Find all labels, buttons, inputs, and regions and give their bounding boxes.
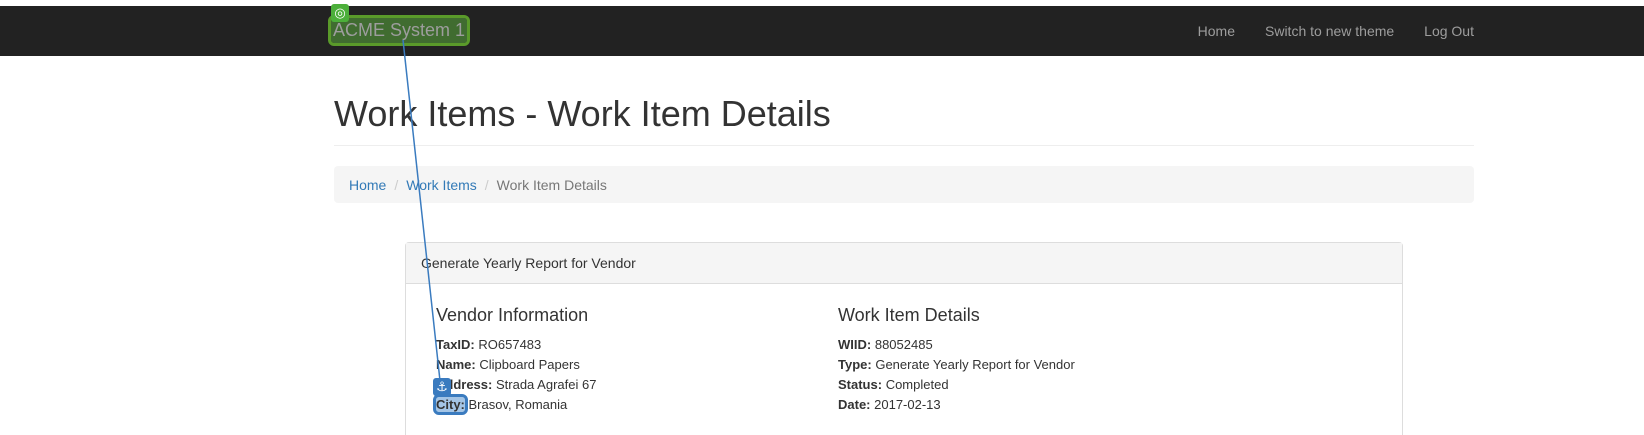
breadcrumb-separator: / [484, 176, 489, 193]
name-value: Clipboard Papers [479, 357, 580, 372]
vendor-information: Vendor Information TaxID: RO657483 Name:… [433, 305, 596, 415]
breadcrumb-home[interactable]: Home [349, 177, 386, 193]
taxid-label: TaxID: [436, 337, 475, 352]
anchor-icon: ⚓ [433, 378, 451, 396]
page-title: Work Items - Work Item Details [334, 93, 831, 134]
panel-heading: Generate Yearly Report for Vendor [406, 243, 1402, 284]
navbar: ACME System 1 Home Switch to new theme L… [0, 6, 1644, 56]
work-item-details-title: Work Item Details [838, 305, 980, 325]
vendor-name: Name: Clipboard Papers [436, 355, 596, 375]
vendor-info-title: Vendor Information [436, 305, 589, 325]
detail-type: Type: Generate Yearly Report for Vendor [838, 355, 1075, 375]
breadcrumb-separator: / [394, 176, 399, 193]
date-label: Date: [838, 397, 871, 412]
page-header: Work Items - Work Item Details [334, 94, 1474, 146]
address-value: Strada Agrafei 67 [495, 377, 597, 392]
nav-home-link[interactable]: Home [1198, 23, 1235, 39]
city-value: Brasov, Romania [468, 397, 568, 412]
status-label: Status: [838, 377, 883, 392]
vendor-city: City: Brasov, Romania [433, 394, 596, 415]
city-label: City: [433, 394, 468, 415]
nav-links: Home Switch to new theme Log Out [1168, 6, 1474, 56]
nav-logout-link[interactable]: Log Out [1424, 23, 1474, 39]
detail-wiid: WIID: 88052485 [838, 335, 1075, 355]
vendor-address: Address: Strada Agrafei 67 [436, 375, 596, 395]
nav-switch-theme-link[interactable]: Switch to new theme [1265, 23, 1394, 39]
name-label: Name: [436, 357, 476, 372]
brand-link[interactable]: ACME System 1 [327, 15, 471, 46]
work-item-panel: Generate Yearly Report for Vendor Vendor… [405, 242, 1403, 435]
target-icon: ◎ [331, 4, 349, 22]
detail-status: Status: Completed [838, 375, 1075, 395]
vendor-taxid: TaxID: RO657483 [436, 335, 596, 355]
type-value: Generate Yearly Report for Vendor [875, 357, 1075, 372]
work-item-details: Work Item Details WIID: 88052485 Type: G… [838, 305, 1075, 415]
type-label: Type: [838, 357, 872, 372]
date-value: 2017-02-13 [874, 397, 941, 412]
status-value: Completed [885, 377, 949, 392]
breadcrumb-current: Work Item Details [496, 176, 607, 193]
taxid-value: RO657483 [478, 337, 542, 352]
wiid-value: 88052485 [874, 337, 933, 352]
detail-date: Date: 2017-02-13 [838, 395, 1075, 415]
breadcrumb: Home / Work Items / Work Item Details [334, 166, 1474, 203]
breadcrumb-work-items[interactable]: Work Items [406, 177, 477, 193]
wiid-label: WIID: [838, 337, 872, 352]
